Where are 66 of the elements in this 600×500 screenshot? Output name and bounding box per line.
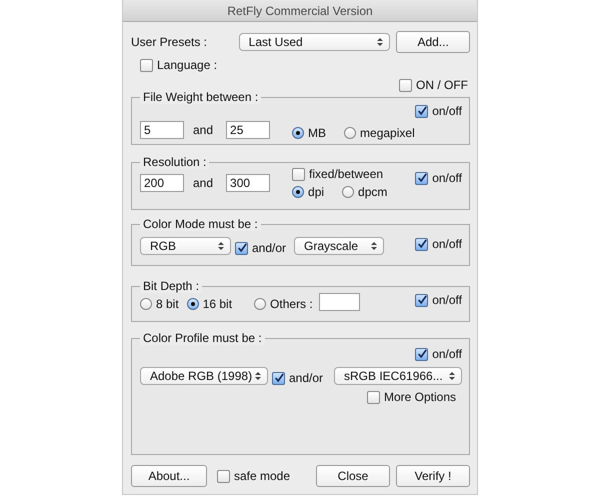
toggle-label: on/off xyxy=(432,237,462,251)
and-label: and xyxy=(193,176,214,190)
radio-button[interactable] xyxy=(292,127,304,139)
checked-checkbox[interactable] xyxy=(415,348,428,360)
toggle-label: on/off xyxy=(432,347,462,361)
radio-button[interactable] xyxy=(292,186,304,198)
mode-label: fixed/between xyxy=(309,167,384,181)
and-or-label: and/or xyxy=(252,241,286,255)
dropdown[interactable]: Grayscale xyxy=(294,237,384,255)
checkbox[interactable] xyxy=(366,390,380,404)
verify-button[interactable]: Verify ! xyxy=(396,465,470,487)
window-title: RetFly Commercial Version xyxy=(227,4,373,18)
radio-button[interactable] xyxy=(140,298,152,310)
radio-button[interactable] xyxy=(344,127,356,139)
radio-button[interactable] xyxy=(254,298,266,310)
dropdown[interactable]: RGB xyxy=(140,237,231,255)
on-off-label: ON / OFF xyxy=(416,78,468,92)
radio-label: MB xyxy=(308,126,326,140)
dropdown[interactable]: sRGB IEC61966... xyxy=(334,367,462,385)
radio-label: dpcm xyxy=(358,185,388,199)
radio-label: Others : xyxy=(270,297,313,311)
caret-icon xyxy=(255,371,261,381)
and-or-label: and/or xyxy=(289,371,324,385)
checkbox[interactable] xyxy=(217,470,230,482)
caret-icon xyxy=(371,241,378,251)
input-field[interactable]: 5 xyxy=(140,121,184,139)
dropdown[interactable]: Adobe RGB (1998) xyxy=(140,367,268,385)
checked-checkbox[interactable] xyxy=(415,294,428,306)
add-button[interactable]: Add... xyxy=(396,31,470,53)
toggle-label: on/off xyxy=(432,293,462,307)
group-title: Color Profile must be : xyxy=(140,331,265,345)
checkbox[interactable] xyxy=(292,168,306,180)
input-field[interactable]: 25 xyxy=(226,121,270,139)
checked-checkbox[interactable] xyxy=(272,372,285,384)
checkbox[interactable] xyxy=(399,78,412,92)
radio-label: dpi xyxy=(308,185,324,199)
radio-button[interactable] xyxy=(342,186,354,198)
group-title: File Weight between : xyxy=(140,90,262,104)
checked-checkbox[interactable] xyxy=(415,172,428,184)
radio-label: megapixel xyxy=(360,126,415,140)
checked-checkbox[interactable] xyxy=(235,242,248,254)
checked-checkbox[interactable] xyxy=(415,238,428,250)
presets-label: User Presets : xyxy=(131,35,208,49)
close-button[interactable]: Close xyxy=(316,465,390,487)
safe-mode-label: safe mode xyxy=(234,469,290,483)
about-button[interactable]: About... xyxy=(131,465,207,487)
caret-icon xyxy=(218,241,224,251)
toggle-label: on/off xyxy=(432,171,462,185)
radio-label: 8 bit xyxy=(156,297,179,311)
caret-icon xyxy=(377,37,384,47)
radio-button[interactable] xyxy=(186,298,199,310)
toggle-label: on/off xyxy=(432,104,462,118)
dropdown[interactable]: Last Used xyxy=(238,33,390,51)
and-label: and xyxy=(193,123,214,137)
group-title: Color Mode must be : xyxy=(140,217,261,231)
input-field[interactable]: 300 xyxy=(226,174,270,192)
language-label: Language : xyxy=(157,58,218,72)
checked-checkbox[interactable] xyxy=(415,104,428,118)
more-options-label: More Options xyxy=(384,390,456,404)
input-field[interactable] xyxy=(318,293,360,311)
group-title: Bit Depth : xyxy=(140,279,202,293)
input-field[interactable]: 200 xyxy=(140,174,184,192)
checkbox[interactable] xyxy=(140,58,153,72)
radio-label: 16 bit xyxy=(202,297,232,311)
group-title: Resolution : xyxy=(140,155,210,169)
caret-icon xyxy=(449,371,455,381)
